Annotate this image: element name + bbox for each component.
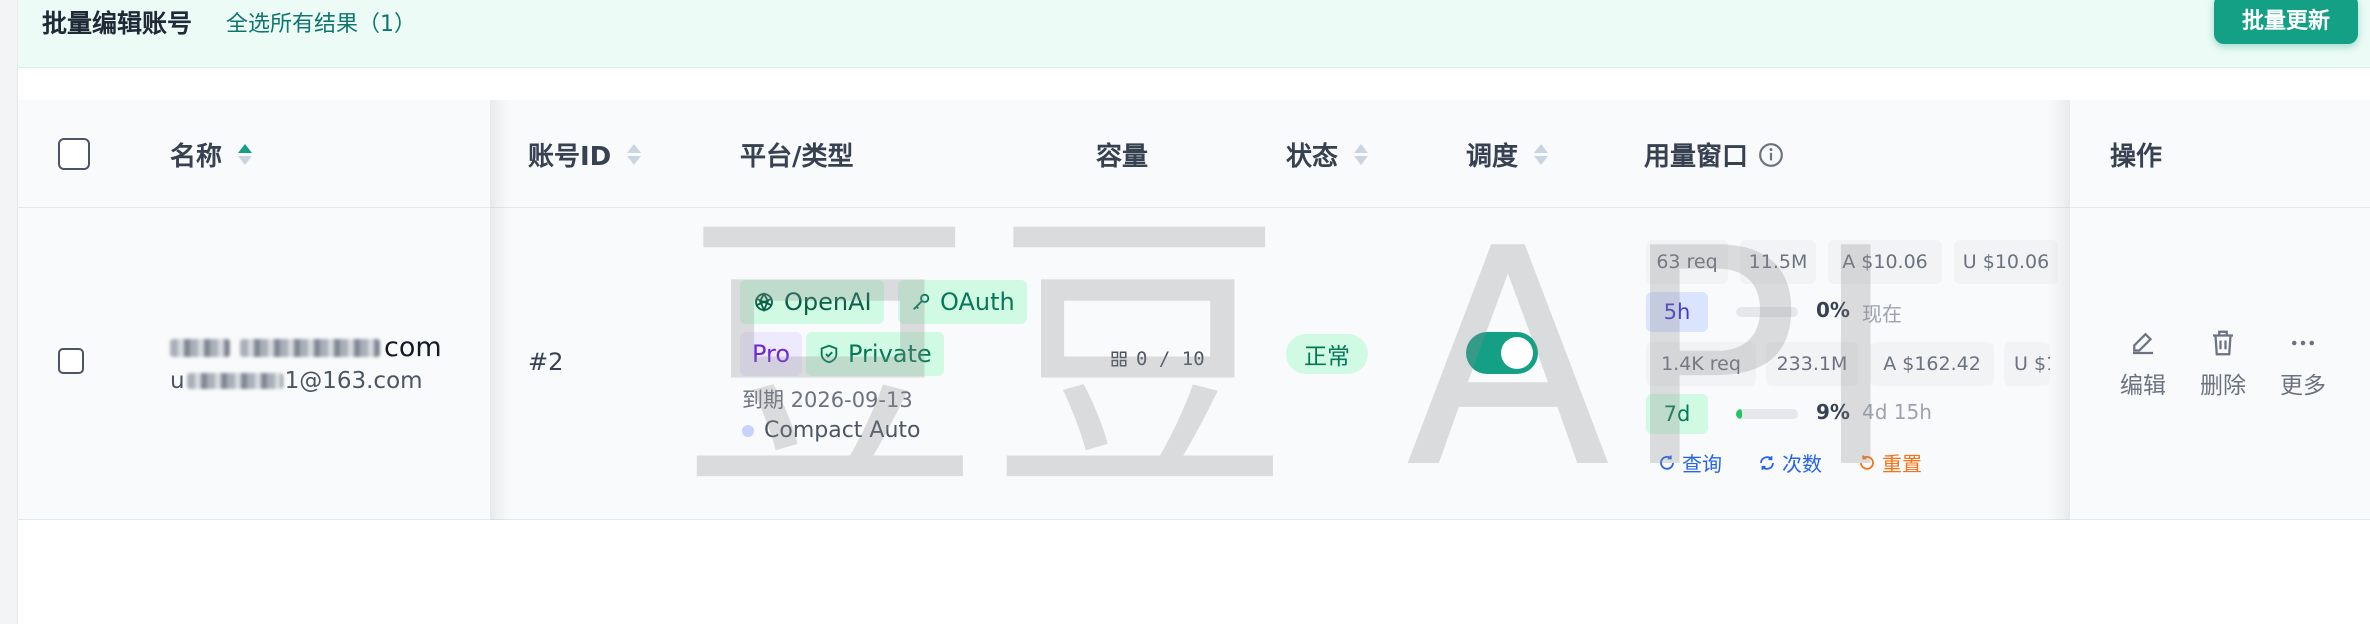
account-email-prefix: u xyxy=(170,368,185,394)
sticky-column-shadow-left xyxy=(490,100,510,520)
more-icon xyxy=(2292,340,2314,346)
column-header-usage: 用量窗口 xyxy=(1644,136,1784,173)
key-icon xyxy=(913,293,930,310)
account-name: com xyxy=(170,332,442,363)
refresh-icon xyxy=(1660,455,1674,470)
redacted-name-part xyxy=(240,338,380,357)
usage-7d-account-cost: A $162.42 xyxy=(1870,342,1994,386)
usage-query-label: 查询 xyxy=(1682,452,1722,476)
column-header-account-id[interactable]: 账号ID xyxy=(528,136,642,173)
sort-icon[interactable] xyxy=(627,144,642,165)
column-header-capacity: 容量 xyxy=(1096,136,1148,173)
auth-type-tag: OAuth xyxy=(898,280,1027,324)
trash-icon xyxy=(2213,330,2233,356)
usage-count-label: 次数 xyxy=(1782,452,1822,476)
table-row: com u 1@163.com #2 OpenAI OAuth Pro Priv… xyxy=(18,208,2370,520)
expiry-date: 到期 2026-09-13 xyxy=(742,388,913,412)
column-header-schedule[interactable]: 调度 xyxy=(1466,136,1549,173)
left-sidebar-edge xyxy=(0,0,18,624)
mode-dot-icon xyxy=(742,424,754,437)
column-header-schedule-label: 调度 xyxy=(1466,142,1519,172)
reset-icon xyxy=(1860,455,1874,470)
redacted-name-part xyxy=(170,338,230,357)
usage-5h-account-cost: A $10.06 xyxy=(1828,240,1942,284)
usage-query-button[interactable]: 查询 xyxy=(1658,448,1722,477)
shield-icon xyxy=(820,344,838,364)
info-icon[interactable] xyxy=(1758,142,1784,168)
schedule-toggle[interactable] xyxy=(1466,332,1538,374)
openai-icon xyxy=(755,292,773,313)
delete-button[interactable]: 删除 xyxy=(2200,328,2246,400)
edit-button[interactable]: 编辑 xyxy=(2120,328,2166,400)
column-header-platform: 平台/类型 xyxy=(740,136,854,173)
usage-count-button[interactable]: 次数 xyxy=(1758,448,1822,477)
usage-5h-user-cost: U $10.06 xyxy=(1954,240,2058,284)
column-header-platform-label: 平台/类型 xyxy=(740,142,854,172)
sort-icon[interactable] xyxy=(1354,144,1369,165)
grid-icon xyxy=(1111,351,1127,367)
usage-7d-reset-time: 4d 15h xyxy=(1862,400,1932,424)
usage-7d-requests: 1.4K req xyxy=(1646,342,1756,386)
redacted-email-part xyxy=(186,373,283,389)
column-header-usage-label: 用量窗口 xyxy=(1644,142,1749,172)
sort-icon[interactable] xyxy=(1534,144,1549,165)
more-button[interactable]: 更多 xyxy=(2280,328,2326,400)
capacity-value: 0 / 10 xyxy=(1110,348,1205,370)
column-header-capacity-label: 容量 xyxy=(1096,142,1149,172)
account-email-suffix: 1@163.com xyxy=(284,368,423,394)
column-header-actions-label: 操作 xyxy=(2110,142,2163,172)
mode-label: Compact Auto xyxy=(742,418,921,443)
usage-window-7d-badge: 7d xyxy=(1646,394,1708,434)
usage-5h-percent: 0% xyxy=(1816,298,1850,322)
usage-5h-requests: 63 req xyxy=(1646,240,1728,284)
usage-7d-progress-fill xyxy=(1736,409,1742,419)
more-label: 更多 xyxy=(2280,373,2326,399)
select-all-results-link[interactable]: 全选所有结果（1） xyxy=(226,6,416,38)
accounts-table: 名称 账号ID 平台/类型 容量 状态 调度 用量窗口 操作 com u 1@1… xyxy=(18,100,2370,520)
account-name-suffix: com xyxy=(384,332,442,363)
edit-label: 编辑 xyxy=(2120,373,2166,399)
usage-5h-progress-bar xyxy=(1736,307,1798,317)
column-header-status-label: 状态 xyxy=(1286,142,1339,172)
visibility-tag: Private xyxy=(806,332,944,376)
usage-7d-percent: 9% xyxy=(1816,400,1850,424)
column-header-status[interactable]: 状态 xyxy=(1286,136,1369,173)
column-header-account-id-label: 账号ID xyxy=(528,142,612,172)
plan-tag: Pro xyxy=(740,332,803,376)
platform-tag: OpenAI xyxy=(740,280,884,324)
account-id: #2 xyxy=(528,348,564,376)
bulk-update-button[interactable]: 批量更新 xyxy=(2214,0,2358,44)
sync-icon xyxy=(1760,455,1774,470)
delete-label: 删除 xyxy=(2200,373,2246,399)
usage-reset-label: 重置 xyxy=(1882,452,1922,476)
sort-icon[interactable] xyxy=(238,144,253,165)
sticky-column-shadow-right xyxy=(2048,100,2070,520)
row-checkbox[interactable] xyxy=(58,348,84,374)
table-header: 名称 账号ID 平台/类型 容量 状态 调度 用量窗口 操作 xyxy=(18,100,2370,208)
platform-tag-label: OpenAI xyxy=(784,288,872,316)
auth-type-tag-label: OAuth xyxy=(940,288,1015,316)
usage-window-5h-badge: 5h xyxy=(1646,292,1708,332)
bulk-edit-title: 批量编辑账号 xyxy=(42,9,193,38)
column-header-actions: 操作 xyxy=(2110,136,2162,173)
usage-5h-reset-time: 现在 xyxy=(1862,302,1902,326)
usage-reset-button[interactable]: 重置 xyxy=(1858,448,1922,477)
usage-5h-tokens: 11.5M xyxy=(1740,240,1816,284)
column-header-name-label: 名称 xyxy=(170,142,223,172)
usage-7d-user-cost: U $162.4 xyxy=(2004,342,2050,386)
edit-icon xyxy=(2133,332,2153,355)
toggle-knob xyxy=(1501,337,1533,369)
select-all-checkbox[interactable] xyxy=(58,138,90,170)
status-badge: 正常 xyxy=(1286,334,1368,374)
usage-7d-tokens: 233.1M xyxy=(1766,342,1858,386)
usage-7d-progress-bar xyxy=(1736,409,1798,419)
column-header-name[interactable]: 名称 xyxy=(170,136,253,173)
mode-label-text: Compact Auto xyxy=(764,418,921,443)
account-email: u 1@163.com xyxy=(170,368,423,394)
bulk-edit-banner: 批量编辑账号 全选所有结果（1） 批量更新 xyxy=(18,0,2370,68)
visibility-tag-label: Private xyxy=(848,340,932,368)
capacity-text: 0 / 10 xyxy=(1136,348,1205,370)
